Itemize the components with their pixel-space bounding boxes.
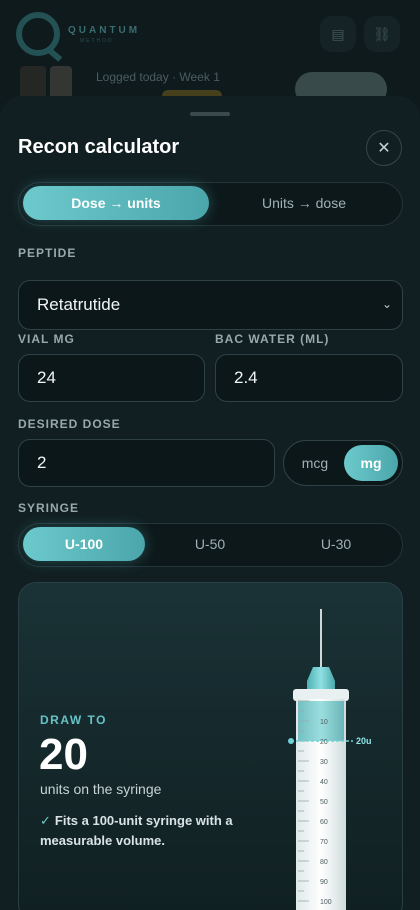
logo-icon [16,12,60,56]
close-icon: ✕ [377,140,391,157]
result-card: DRAW TO 20 units on the syringe ✓ Fits a … [18,582,403,910]
unit-mg-button[interactable]: mg [344,445,398,481]
syringe-toggle: U-100 U-50 U-30 [18,523,403,567]
sheet-title: Recon calculator [18,136,180,158]
vial-mg-input[interactable]: 24 [18,354,205,402]
syringe-label: SYRINGE [18,501,80,515]
thumbnail-icon [20,66,46,100]
log-row-text: Logged today · Week 1 [96,70,220,84]
peptide-value: Retatrutide [37,295,121,314]
bac-water-label: BAC WATER (ML) [215,332,330,346]
peptide-label: PEPTIDE [18,246,77,260]
syringe-illustration: 10 20 30 40 50 60 70 80 90 100 20u [288,609,372,910]
vial-mg-label: VIAL MG [18,332,75,346]
syringe-tick-label: 100 [320,899,332,906]
bac-water-input[interactable]: 2.4 [215,354,403,402]
syringe-tick-label: 10 [320,719,328,726]
logo-subtext: METHOD [80,38,114,44]
syringe-tick-label: 80 [320,859,328,866]
syringe-u50-button[interactable]: U-50 [149,527,271,561]
draw-value: 20 [39,730,88,779]
fit-note: ✓ Fits a 100-unit syringe with a measurab… [40,811,250,851]
check-icon: ✓ [40,813,51,828]
peptide-select[interactable]: Retatrutide ⌄ [18,280,403,330]
syringe-tick-label: 20 [320,739,328,746]
desired-dose-input[interactable]: 2 [18,439,275,487]
syringe-tick-label: 50 [320,799,328,806]
mode-toggle: Dose → units Units → dose [18,182,403,226]
clipboard-icon: ▤ [320,16,356,52]
dose-marker-dot [288,738,294,744]
sheet-grabber[interactable] [190,112,230,116]
recon-calculator-sheet: Recon calculator ✕ Dose → units Units → … [0,96,420,910]
dose-unit-toggle: mcg mg [283,440,403,486]
syringe-u100-button[interactable]: U-100 [23,527,145,561]
chevron-down-icon: ⌄ [381,297,392,311]
unit-mcg-button[interactable]: mcg [288,445,342,481]
dose-marker-label: 20u [356,736,372,746]
syringe-tick-label: 40 [320,779,328,786]
draw-to-label: DRAW TO [40,713,107,727]
draw-subtitle: units on the syringe [40,781,162,797]
tab-units-to-dose[interactable]: Units → dose [211,186,397,220]
thumbnail-icon [50,66,72,100]
syringe-tick-label: 60 [320,819,328,826]
desired-dose-label: DESIRED DOSE [18,417,121,431]
syringe-tick-label: 70 [320,839,328,846]
close-button[interactable]: ✕ [366,130,402,166]
logo-text: QUANTUM [68,25,141,36]
fit-note-text: Fits a 100-unit syringe with a measurabl… [40,813,233,848]
link-icon: ⛓ [364,16,400,52]
syringe-u30-button[interactable]: U-30 [275,527,397,561]
syringe-tick-label: 90 [320,879,328,886]
syringe-tick-label: 30 [320,759,328,766]
tab-dose-to-units[interactable]: Dose → units [23,186,209,220]
